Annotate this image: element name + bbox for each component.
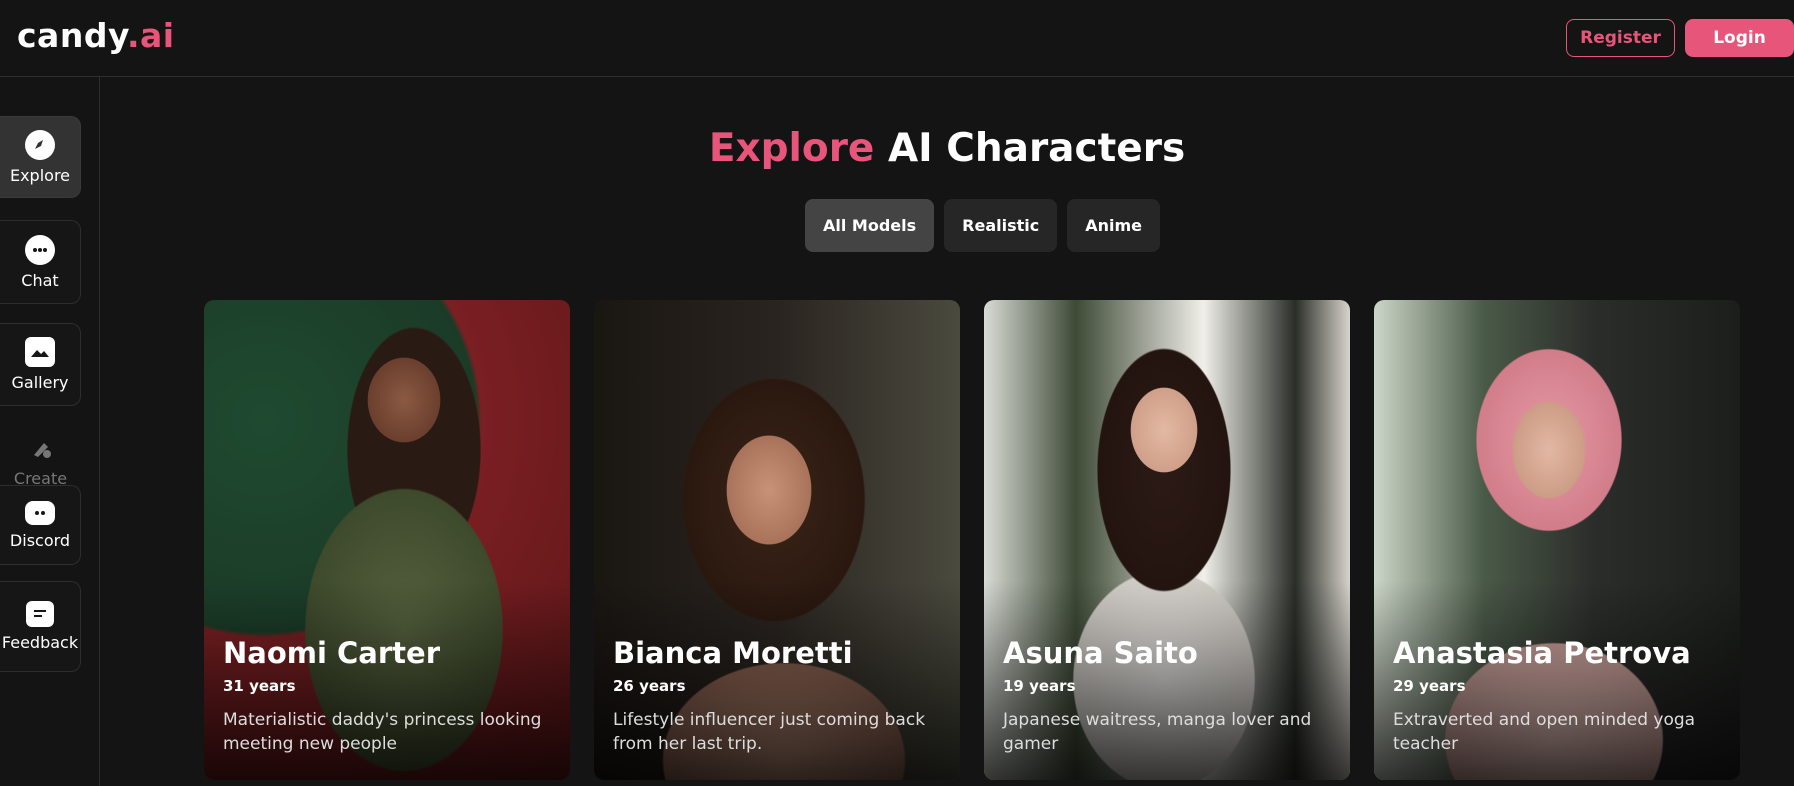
character-description: Japanese waitress, manga lover and gamer <box>1003 710 1312 754</box>
character-description: Extraverted and open minded yoga teacher <box>1393 710 1696 754</box>
logo-text: candy <box>17 16 127 55</box>
character-name: Naomi Carter <box>223 636 441 670</box>
character-age: 31 years <box>223 677 296 695</box>
register-button[interactable]: Register <box>1566 19 1675 57</box>
character-age: 19 years <box>1003 677 1076 695</box>
sidebar-item-label: Discord <box>9 530 71 550</box>
sidebar-item-label: Gallery <box>11 373 69 392</box>
sidebar-item-chat[interactable]: Chat <box>0 220 81 304</box>
character-name: Bianca Moretti <box>613 636 853 670</box>
tab-anime[interactable]: Anime <box>1067 199 1161 252</box>
sidebar: Explore Chat Gallery Create Discord Feed… <box>0 77 100 786</box>
sidebar-item-label: Chat <box>21 270 59 290</box>
character-name: Asuna Saito <box>1003 636 1198 670</box>
tab-all-models[interactable]: All Models <box>805 199 935 252</box>
logo-accent: .ai <box>126 16 175 55</box>
sidebar-item-create[interactable]: Create <box>0 429 81 491</box>
gallery-icon <box>25 337 55 367</box>
login-button[interactable]: Login <box>1685 19 1794 57</box>
chat-bubble-icon <box>25 234 55 265</box>
character-description: Lifestyle influencer just coming back fr… <box>613 710 926 754</box>
character-age: 26 years <box>613 677 686 695</box>
title-rest: AI Characters <box>887 126 1186 171</box>
tab-realistic[interactable]: Realistic <box>944 199 1058 252</box>
logo[interactable]: candy.ai <box>17 16 175 56</box>
character-grid: Naomi Carter 31 years Materialistic dadd… <box>204 300 1740 780</box>
character-age: 29 years <box>1393 677 1466 695</box>
feedback-icon <box>26 601 54 627</box>
sidebar-item-label: Feedback <box>1 633 79 652</box>
title-accent: Explore <box>708 126 875 171</box>
sidebar-item-discord[interactable]: Discord <box>0 485 81 565</box>
sidebar-item-gallery[interactable]: Gallery <box>0 323 81 406</box>
character-card[interactable]: Bianca Moretti 26 years Lifestyle influe… <box>594 300 960 780</box>
sidebar-item-feedback[interactable]: Feedback <box>0 581 81 672</box>
character-card[interactable]: Naomi Carter 31 years Materialistic dadd… <box>204 300 570 780</box>
character-name: Anastasia Petrova <box>1393 636 1691 670</box>
top-bar: candy.ai Register Login <box>0 0 1794 77</box>
create-icon <box>26 433 56 463</box>
page-title: Explore AI Characters <box>0 124 1794 174</box>
discord-icon <box>25 500 55 525</box>
model-filter-tabs: All Models Realistic Anime <box>805 199 1161 252</box>
character-description: Materialistic daddy's princess looking m… <box>223 710 542 754</box>
character-card[interactable]: Asuna Saito 19 years Japanese waitress, … <box>984 300 1350 780</box>
character-card[interactable]: Anastasia Petrova 29 years Extraverted a… <box>1374 300 1740 780</box>
